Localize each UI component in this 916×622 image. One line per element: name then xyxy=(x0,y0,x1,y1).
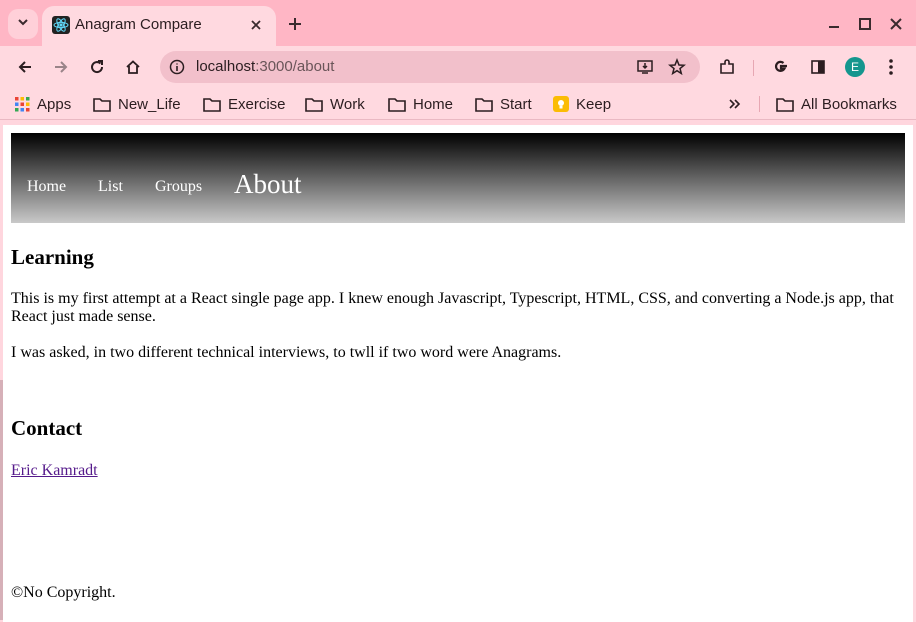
bookmark-label: Home xyxy=(413,95,454,113)
toolbar-divider xyxy=(753,60,754,76)
url-path: :3000/about xyxy=(255,58,335,75)
all-bookmarks[interactable]: All Bookmarks xyxy=(776,94,897,114)
minimize-icon[interactable] xyxy=(824,14,844,34)
google-icon[interactable] xyxy=(768,54,794,80)
contact-heading: Contact xyxy=(11,416,83,440)
bookmarks-overflow-icon[interactable] xyxy=(728,94,742,114)
forward-arrow-icon[interactable] xyxy=(48,54,74,80)
home-icon[interactable] xyxy=(120,54,146,80)
learning-paragraph-2: I was asked, in two different technical … xyxy=(11,344,562,361)
bookmark-label: Exercise xyxy=(228,95,286,113)
maximize-icon[interactable] xyxy=(855,14,875,34)
side-panel-icon[interactable] xyxy=(805,54,831,80)
nav-link-groups[interactable]: Groups xyxy=(155,178,202,196)
folder-icon xyxy=(203,97,221,112)
site-info-icon[interactable] xyxy=(166,56,188,78)
folder-icon xyxy=(388,97,406,112)
bookmark-star-icon[interactable] xyxy=(666,56,688,78)
bookmark-label: Apps xyxy=(37,95,72,113)
react-logo-icon xyxy=(52,16,70,34)
reload-icon[interactable] xyxy=(84,54,110,80)
footer-copyright: ©No Copyright. xyxy=(11,584,116,601)
all-bookmarks-label: All Bookmarks xyxy=(801,95,897,113)
bookmark-label: Work xyxy=(330,95,365,113)
chevron-down-icon xyxy=(17,15,29,33)
folder-icon xyxy=(305,97,323,112)
url-text: localhost:3000/about xyxy=(196,58,334,75)
keep-icon xyxy=(553,96,569,112)
bookmark-home[interactable]: Home xyxy=(388,94,453,114)
bookmark-apps[interactable]: Apps xyxy=(15,94,71,114)
tab-strip: Anagram Compare xyxy=(0,0,916,46)
close-tab-icon[interactable] xyxy=(246,15,266,35)
new-tab-button[interactable] xyxy=(284,13,306,35)
browser-window: Anagram Compare localhost:3000/about E A… xyxy=(0,0,916,622)
bookmark-exercise[interactable]: Exercise xyxy=(203,94,286,114)
bookmark-label: Start xyxy=(500,95,532,113)
back-arrow-icon[interactable] xyxy=(12,54,38,80)
more-menu-icon[interactable] xyxy=(878,54,904,80)
profile-avatar[interactable]: E xyxy=(845,57,865,77)
browser-toolbar: localhost:3000/about E xyxy=(0,46,916,88)
bookmark-label: Keep xyxy=(576,95,612,113)
nav-link-list[interactable]: List xyxy=(98,178,123,196)
bookmarks-divider xyxy=(759,96,760,112)
close-window-icon[interactable] xyxy=(886,14,906,34)
install-app-icon[interactable] xyxy=(634,56,656,78)
learning-paragraph-1: This is my first attempt at a React sing… xyxy=(11,290,894,325)
bookmark-work[interactable]: Work xyxy=(305,94,365,114)
contact-link[interactable]: Eric Kamradt xyxy=(11,462,98,480)
bookmark-label: New_Life xyxy=(118,95,181,113)
page-content: Home List Groups About Learning This is … xyxy=(3,125,913,622)
nav-link-about[interactable]: About xyxy=(234,169,302,200)
learning-heading: Learning xyxy=(11,245,94,269)
url-host: localhost xyxy=(196,58,256,75)
folder-icon xyxy=(776,97,794,112)
extensions-icon[interactable] xyxy=(714,54,740,80)
bookmark-new-life[interactable]: New_Life xyxy=(93,94,181,114)
tab-search-button[interactable] xyxy=(8,9,38,39)
nav-link-home[interactable]: Home xyxy=(27,178,66,196)
site-navbar: Home List Groups About xyxy=(11,133,905,223)
tab-title: Anagram Compare xyxy=(75,16,202,33)
apps-grid-icon xyxy=(15,96,30,112)
address-bar[interactable]: localhost:3000/about xyxy=(160,51,700,83)
browser-tab-active[interactable]: Anagram Compare xyxy=(42,6,276,46)
folder-icon xyxy=(93,97,111,112)
bookmark-keep[interactable]: Keep xyxy=(553,94,611,114)
bookmark-start[interactable]: Start xyxy=(475,94,532,114)
folder-icon xyxy=(475,97,493,112)
bookmarks-bar: Apps New_Life Exercise Work Home Start K… xyxy=(0,88,916,120)
